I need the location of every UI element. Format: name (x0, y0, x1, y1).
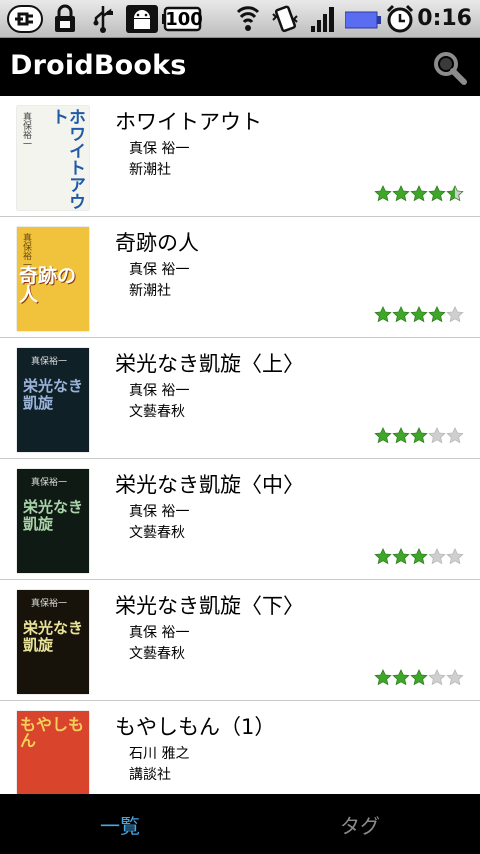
book-list-item[interactable]: 栄光なき凱旋 真保裕一 栄光なき凱旋〈下〉真保 裕一文藝春秋 (0, 580, 480, 701)
book-author: 真保 裕一 (129, 262, 190, 278)
cover-author-art: 真保裕一 (21, 233, 31, 269)
vibrate-icon (268, 4, 302, 34)
book-title: 奇跡の人 (115, 231, 199, 255)
cover-title-art: 奇跡の人 (19, 265, 77, 306)
status-time: 0:16 (417, 6, 472, 31)
alarm-icon (384, 4, 416, 34)
book-cover-image: 栄光なき凱旋 真保裕一 (17, 348, 89, 452)
cover-title-art: もやしもん (20, 715, 85, 750)
book-author: 真保 裕一 (129, 141, 190, 157)
book-title: 栄光なき凱旋〈上〉 (115, 352, 304, 376)
search-icon (434, 52, 467, 85)
android-debug-icon (124, 4, 160, 34)
cover-title-art: 栄光なき凱旋 (23, 377, 84, 412)
battery-icon: 100 (162, 4, 203, 34)
book-publisher: 文藝春秋 (129, 404, 185, 420)
usb-icon (88, 4, 118, 34)
title-bar: DroidBooks (0, 38, 480, 96)
book-author: 真保 裕一 (129, 383, 190, 399)
rating-stars (374, 306, 466, 326)
book-list[interactable]: ホワイトアウト 真保裕一 ホワイトアウト 真保 裕一 新潮社 奇跡の人 真保裕一 奇跡の人 真保… (0, 96, 480, 794)
book-title: 栄光なき凱旋〈下〉 (115, 594, 304, 618)
book-author: 石川 雅之 (129, 746, 190, 762)
book-list-item[interactable]: 奇跡の人 真保裕一 奇跡の人 真保 裕一 新潮社 (0, 217, 480, 338)
signal-icon (308, 4, 338, 34)
book-publisher: 文藝春秋 (129, 646, 185, 662)
cover-author-art: 真保裕一 (31, 478, 68, 488)
book-title: ホワイトアウト (115, 110, 262, 134)
bottom-tab-bar: 一覧 タグ (0, 794, 480, 854)
search-button[interactable] (432, 50, 468, 86)
book-publisher: 文藝春秋 (129, 525, 185, 541)
status-bar: 100 0:16 (0, 0, 480, 38)
rating-stars (374, 427, 466, 447)
book-cover-image: 栄光なき凱旋 真保裕一 (17, 590, 89, 694)
book-cover-image: 奇跡の人 真保裕一 (17, 227, 89, 331)
battery-level: 100 (165, 8, 203, 30)
tab-tags[interactable]: タグ (240, 794, 480, 854)
book-publisher: 新潮社 (129, 162, 171, 178)
tab-list[interactable]: 一覧 (0, 794, 240, 854)
cover-author-art: 真保裕一 (31, 599, 68, 609)
book-title: 栄光なき凱旋〈中〉 (115, 473, 304, 497)
lock-icon (50, 4, 80, 34)
book-cover-image: もやしもん (17, 711, 89, 794)
book-list-item[interactable]: ホワイトアウト 真保裕一 ホワイトアウト 真保 裕一 新潮社 (0, 96, 480, 217)
cover-title-art: 栄光なき凱旋 (23, 619, 84, 654)
book-list-item[interactable]: もやしもん もやしもん（1） 石川 雅之講談社 (0, 701, 480, 794)
rating-stars (374, 185, 466, 205)
book-author: 真保 裕一 (129, 504, 190, 520)
book-publisher: 新潮社 (129, 283, 171, 299)
book-author: 真保 裕一 (129, 625, 190, 641)
book-cover-image: ホワイトアウト 真保裕一 (17, 106, 89, 210)
book-list-item[interactable]: 栄光なき凱旋 真保裕一 栄光なき凱旋〈上〉真保 裕一文藝春秋 (0, 338, 480, 459)
cover-title-art: 栄光なき凱旋 (23, 498, 84, 533)
usb-power-icon (6, 4, 44, 34)
book-list-item[interactable]: 栄光なき凱旋 真保裕一 栄光なき凱旋〈中〉真保 裕一文藝春秋 (0, 459, 480, 580)
book-title: もやしもん（1） (115, 715, 276, 739)
app-title: DroidBooks (10, 50, 187, 81)
cover-title-art: ホワイトアウト (48, 108, 85, 210)
battery-bar-icon (344, 4, 382, 34)
cover-author-art: 真保裕一 (31, 357, 68, 367)
rating-stars (374, 548, 466, 568)
book-publisher: 講談社 (129, 767, 171, 783)
book-cover-image: 栄光なき凱旋 真保裕一 (17, 469, 89, 573)
wifi-icon (234, 4, 262, 34)
rating-stars (374, 669, 466, 689)
cover-author-art: 真保裕一 (21, 112, 31, 148)
